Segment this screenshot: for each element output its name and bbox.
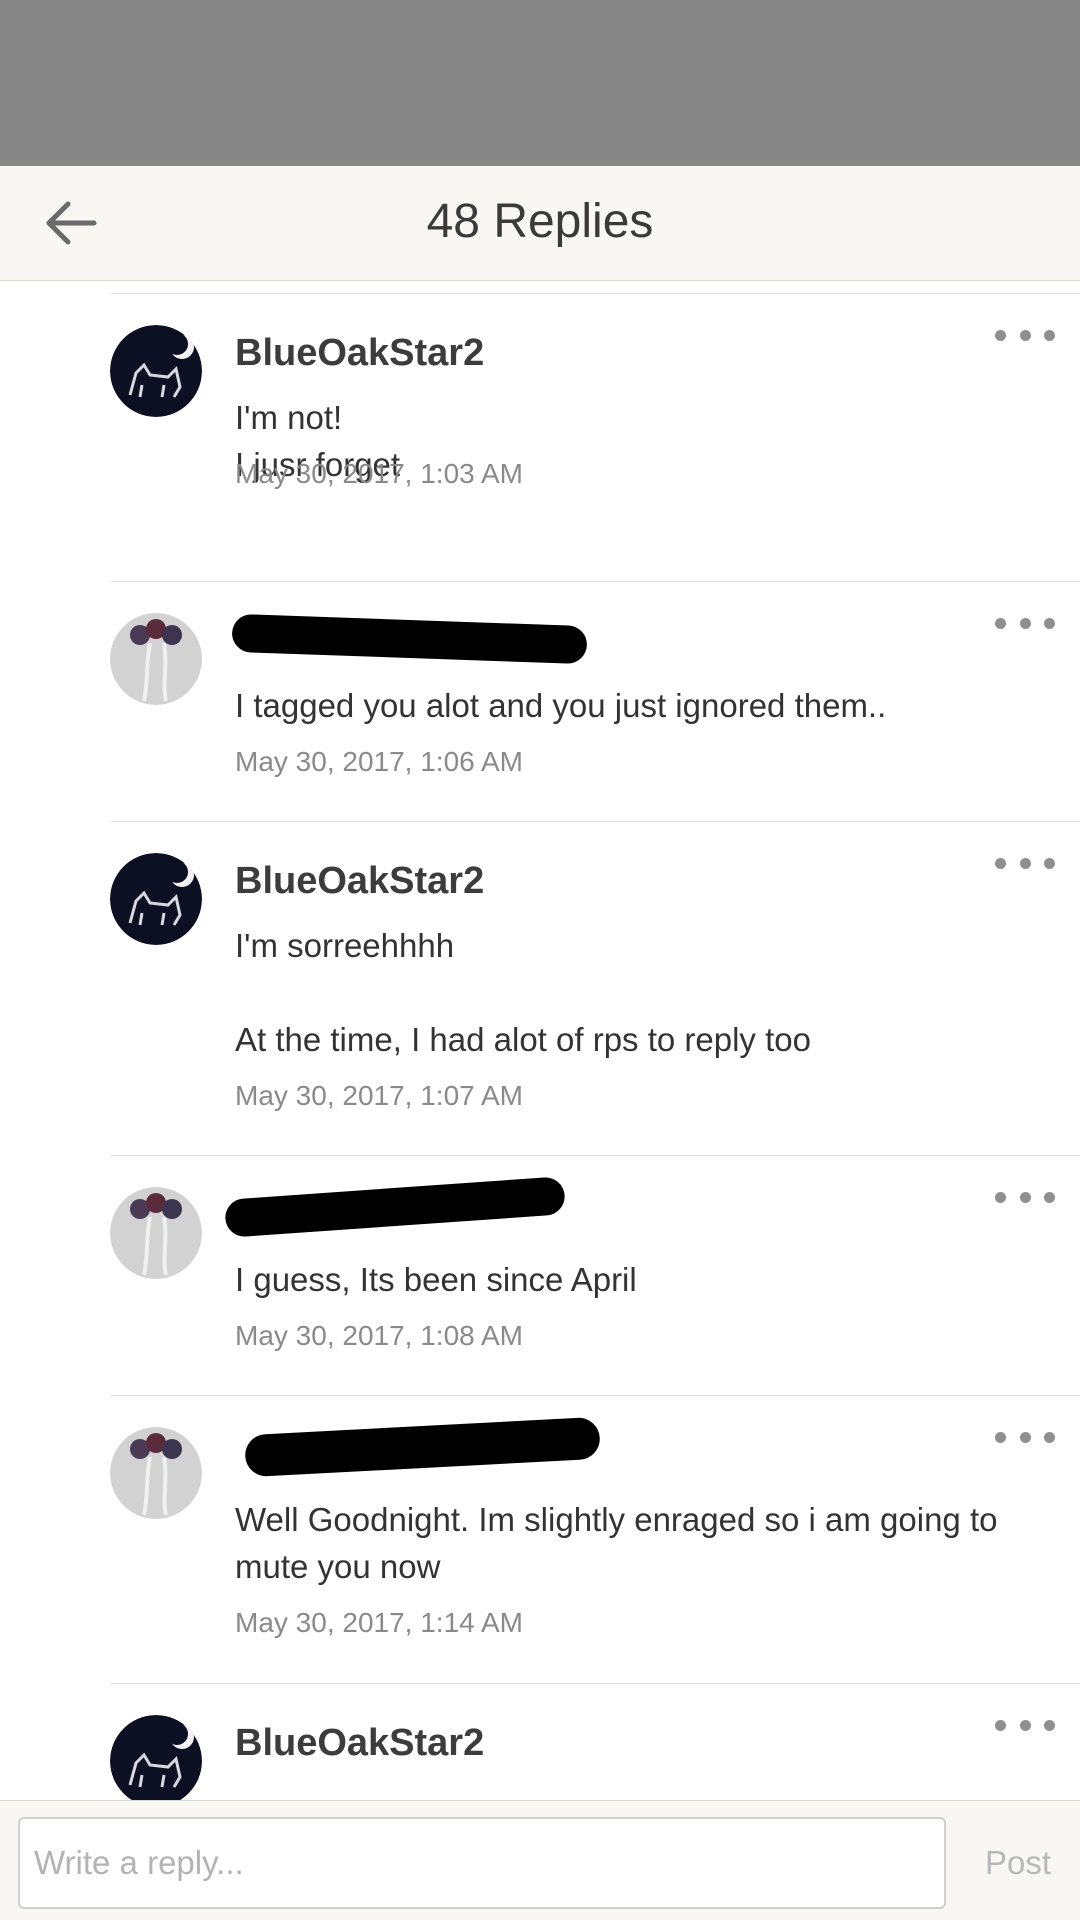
dot-icon bbox=[1044, 1431, 1055, 1443]
more-options-button[interactable] bbox=[995, 848, 1055, 878]
comment-timestamp: May 30, 2017, 1:06 AM bbox=[235, 746, 523, 777]
replies-list[interactable]: BlueOakStar2 I'm not! I jusr forget May … bbox=[0, 281, 1080, 1800]
redacted-author-name bbox=[224, 1176, 566, 1238]
dot-icon bbox=[1019, 1191, 1031, 1203]
reply-item: BlueOakStar2 I'm not! I jusr forget May … bbox=[0, 294, 1080, 582]
comment-author[interactable]: BlueOakStar2 bbox=[235, 860, 484, 903]
dot-icon bbox=[995, 1431, 1006, 1443]
comment-line: I'm not! bbox=[235, 399, 343, 436]
moon-cat-avatar[interactable] bbox=[110, 853, 202, 945]
comment-author[interactable]: BlueOakStar2 bbox=[235, 332, 484, 375]
reply-item: BlueOakStar2 bbox=[0, 1684, 1080, 1800]
redacted-author-name bbox=[244, 1416, 601, 1478]
dot-icon bbox=[995, 857, 1006, 869]
more-options-button[interactable] bbox=[995, 608, 1055, 638]
status-bar-area bbox=[0, 0, 1080, 166]
moon-cat-avatar[interactable] bbox=[110, 1715, 202, 1800]
dot-icon bbox=[1044, 857, 1055, 869]
comment-body: I guess, Its been since April bbox=[235, 1256, 1035, 1303]
reply-bar: Post bbox=[0, 1800, 1080, 1920]
reply-item: I guess, Its been since April May 30, 20… bbox=[0, 1156, 1080, 1396]
dot-icon bbox=[1044, 329, 1055, 341]
dot-icon bbox=[995, 1191, 1006, 1203]
page-title: 48 Replies bbox=[426, 195, 654, 248]
comment-author[interactable]: BlueOakStar2 bbox=[235, 1722, 484, 1765]
comment-timestamp: May 30, 2017, 1:14 AM bbox=[235, 1607, 523, 1638]
post-button[interactable]: Post bbox=[968, 1817, 1068, 1909]
comment-line: I'm sorreehhhh bbox=[235, 927, 455, 964]
dot-icon bbox=[1019, 857, 1031, 869]
dot-icon bbox=[1019, 1719, 1031, 1731]
dot-icon bbox=[1044, 1719, 1055, 1731]
dot-icon bbox=[1019, 329, 1031, 341]
comment-line: I tagged you alot and you just ignored t… bbox=[235, 687, 887, 724]
reply-input[interactable] bbox=[18, 1817, 946, 1909]
redacted-author-name bbox=[231, 613, 588, 665]
comment-body: I tagged you alot and you just ignored t… bbox=[235, 682, 1035, 729]
more-options-button[interactable] bbox=[995, 1710, 1055, 1740]
comment-body: Well Goodnight. Im slightly enraged so i… bbox=[235, 1496, 1035, 1590]
reply-item: I tagged you alot and you just ignored t… bbox=[0, 582, 1080, 822]
comment-timestamp: May 30, 2017, 1:03 AM bbox=[235, 458, 523, 489]
top-bar: 48 Replies bbox=[0, 166, 1080, 281]
dot-icon bbox=[1044, 1191, 1055, 1203]
flower-crown-avatar[interactable] bbox=[110, 1187, 202, 1279]
dot-icon bbox=[1019, 617, 1031, 629]
comment-line: Well Goodnight. Im slightly enraged so i… bbox=[235, 1501, 998, 1585]
more-options-button[interactable] bbox=[995, 320, 1055, 350]
dot-icon bbox=[995, 1719, 1006, 1731]
more-options-button[interactable] bbox=[995, 1422, 1055, 1452]
reply-item: BlueOakStar2 I'm sorreehhhh At the time,… bbox=[0, 822, 1080, 1156]
dot-icon bbox=[995, 329, 1006, 341]
more-options-button[interactable] bbox=[995, 1182, 1055, 1212]
flower-crown-avatar[interactable] bbox=[110, 1427, 202, 1519]
comment-line: At the time, I had alot of rps to reply … bbox=[235, 1021, 811, 1058]
comment-body: I'm sorreehhhh At the time, I had alot o… bbox=[235, 922, 1035, 1063]
comment-line: I guess, Its been since April bbox=[235, 1261, 637, 1298]
flower-crown-avatar[interactable] bbox=[110, 613, 202, 705]
moon-cat-avatar[interactable] bbox=[110, 325, 202, 417]
comment-line bbox=[235, 969, 1035, 1016]
dot-icon bbox=[995, 617, 1006, 629]
dot-icon bbox=[1044, 617, 1055, 629]
dot-icon bbox=[1019, 1431, 1031, 1443]
reply-item: Well Goodnight. Im slightly enraged so i… bbox=[0, 1396, 1080, 1684]
comment-timestamp: May 30, 2017, 1:08 AM bbox=[235, 1320, 523, 1351]
comment-timestamp: May 30, 2017, 1:07 AM bbox=[235, 1080, 523, 1111]
